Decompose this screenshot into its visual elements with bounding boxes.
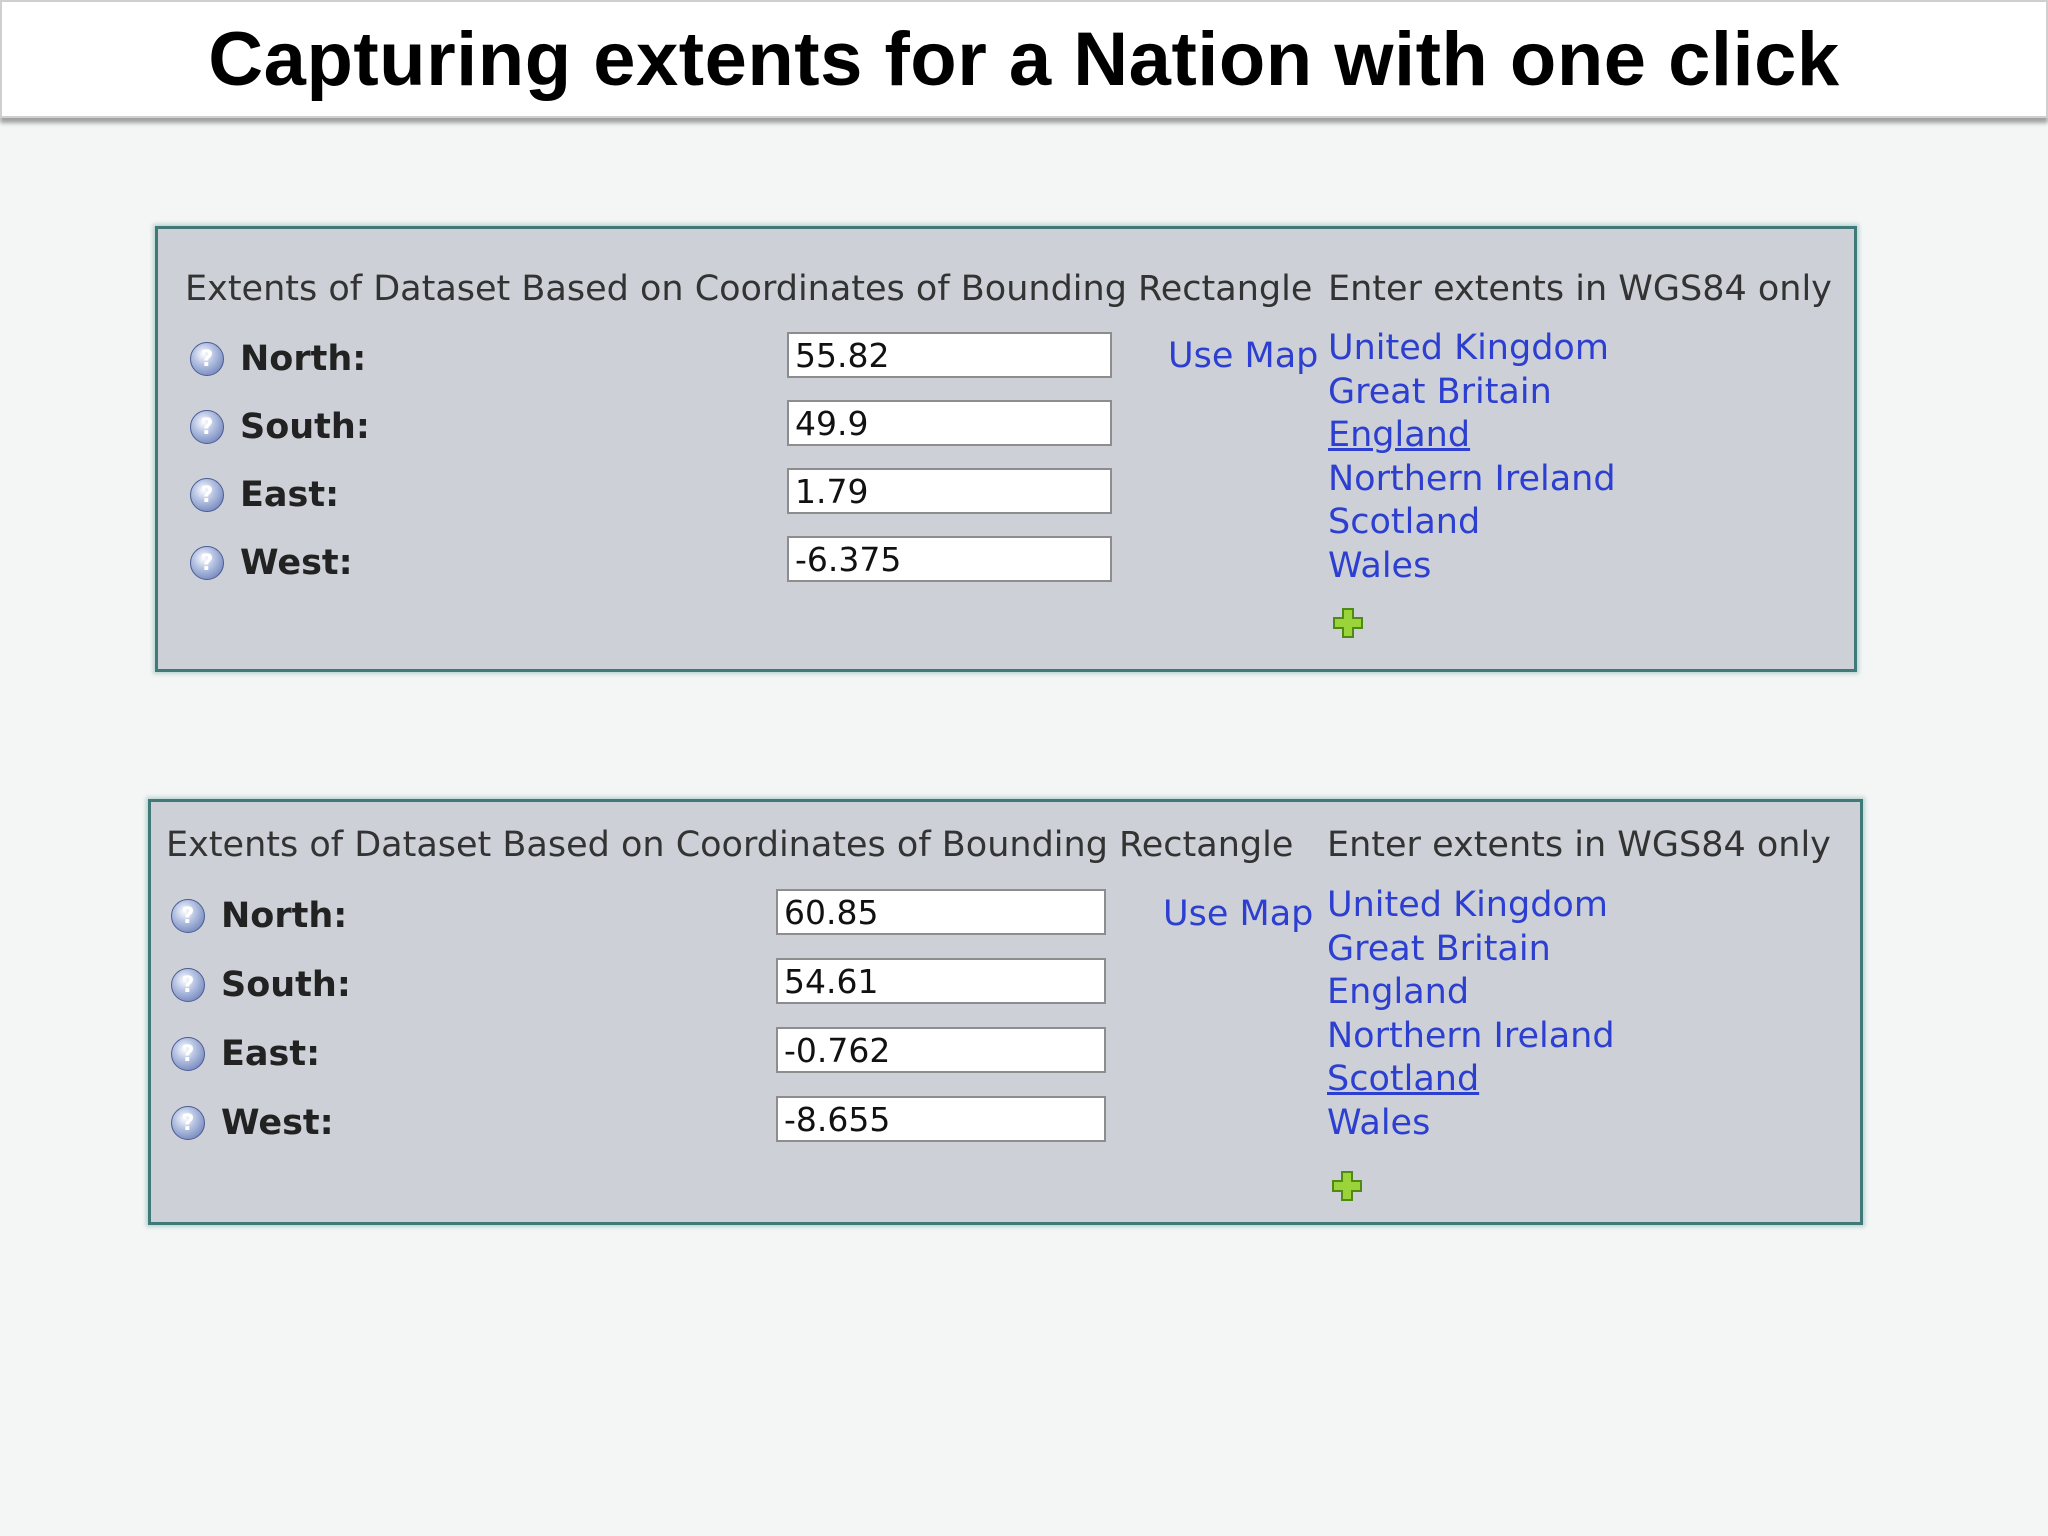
nation-link-wales[interactable]: Wales xyxy=(1328,545,1616,589)
extents-panel-1: Extents of Dataset Based on Coordinates … xyxy=(155,226,1857,672)
help-icon[interactable]: ? xyxy=(171,968,205,1002)
wgs84-note: Enter extents in WGS84 only xyxy=(1327,825,1831,865)
nation-link-great-britain[interactable]: Great Britain xyxy=(1327,928,1615,972)
nation-link-scotland[interactable]: Scotland xyxy=(1328,501,1616,545)
east-row: ? East: xyxy=(171,1028,320,1080)
wgs84-note: Enter extents in WGS84 only xyxy=(1328,269,1832,309)
nation-link-scotland[interactable]: Scotland xyxy=(1327,1058,1615,1102)
nation-link-united-kingdom[interactable]: United Kingdom xyxy=(1328,327,1616,371)
help-icon[interactable]: ? xyxy=(171,1037,205,1071)
title-bar: Capturing extents for a Nation with one … xyxy=(0,0,2048,118)
help-icon[interactable]: ? xyxy=(190,546,224,580)
nation-link-great-britain[interactable]: Great Britain xyxy=(1328,371,1616,415)
nation-link-northern-ireland[interactable]: Northern Ireland xyxy=(1327,1015,1615,1059)
extents-panel-2: Extents of Dataset Based on Coordinates … xyxy=(148,799,1863,1225)
help-icon[interactable]: ? xyxy=(190,478,224,512)
nation-link-england[interactable]: England xyxy=(1327,971,1615,1015)
south-row: ? South: xyxy=(171,959,351,1011)
help-icon[interactable]: ? xyxy=(190,342,224,376)
north-input[interactable] xyxy=(787,332,1112,378)
page-title: Capturing extents for a Nation with one … xyxy=(208,16,1840,102)
north-input[interactable] xyxy=(776,889,1106,935)
nation-link-northern-ireland[interactable]: Northern Ireland xyxy=(1328,458,1616,502)
nation-link-united-kingdom[interactable]: United Kingdom xyxy=(1327,884,1615,928)
add-icon[interactable] xyxy=(1332,607,1364,639)
nation-list: United Kingdom Great Britain England Nor… xyxy=(1327,884,1615,1145)
west-row: ? West: xyxy=(171,1097,334,1149)
help-icon[interactable]: ? xyxy=(171,1106,205,1140)
west-row: ? West: xyxy=(190,537,353,589)
nation-list: United Kingdom Great Britain England Nor… xyxy=(1328,327,1616,588)
north-label: North: xyxy=(240,339,367,379)
extents-heading: Extents of Dataset Based on Coordinates … xyxy=(185,269,1313,309)
east-label: East: xyxy=(240,475,340,515)
south-row: ? South: xyxy=(190,401,370,453)
north-row: ? North: xyxy=(190,333,366,385)
east-input[interactable] xyxy=(787,468,1112,514)
west-label: West: xyxy=(240,543,353,583)
south-label: South: xyxy=(221,965,351,1005)
extents-heading: Extents of Dataset Based on Coordinates … xyxy=(166,825,1294,865)
help-icon[interactable]: ? xyxy=(171,899,205,933)
add-icon[interactable] xyxy=(1331,1170,1363,1202)
nation-link-england[interactable]: England xyxy=(1328,414,1616,458)
east-input[interactable] xyxy=(776,1027,1106,1073)
nation-link-wales[interactable]: Wales xyxy=(1327,1102,1615,1146)
west-label: West: xyxy=(221,1103,334,1143)
use-map-link[interactable]: Use Map xyxy=(1168,336,1318,376)
east-row: ? East: xyxy=(190,469,339,521)
north-row: ? North: xyxy=(171,890,347,942)
south-input[interactable] xyxy=(787,400,1112,446)
west-input[interactable] xyxy=(776,1096,1106,1142)
west-input[interactable] xyxy=(787,536,1112,582)
help-icon[interactable]: ? xyxy=(190,410,224,444)
south-input[interactable] xyxy=(776,958,1106,1004)
east-label: East: xyxy=(221,1034,321,1074)
north-label: North: xyxy=(221,896,348,936)
south-label: South: xyxy=(240,407,370,447)
use-map-link[interactable]: Use Map xyxy=(1163,894,1313,934)
